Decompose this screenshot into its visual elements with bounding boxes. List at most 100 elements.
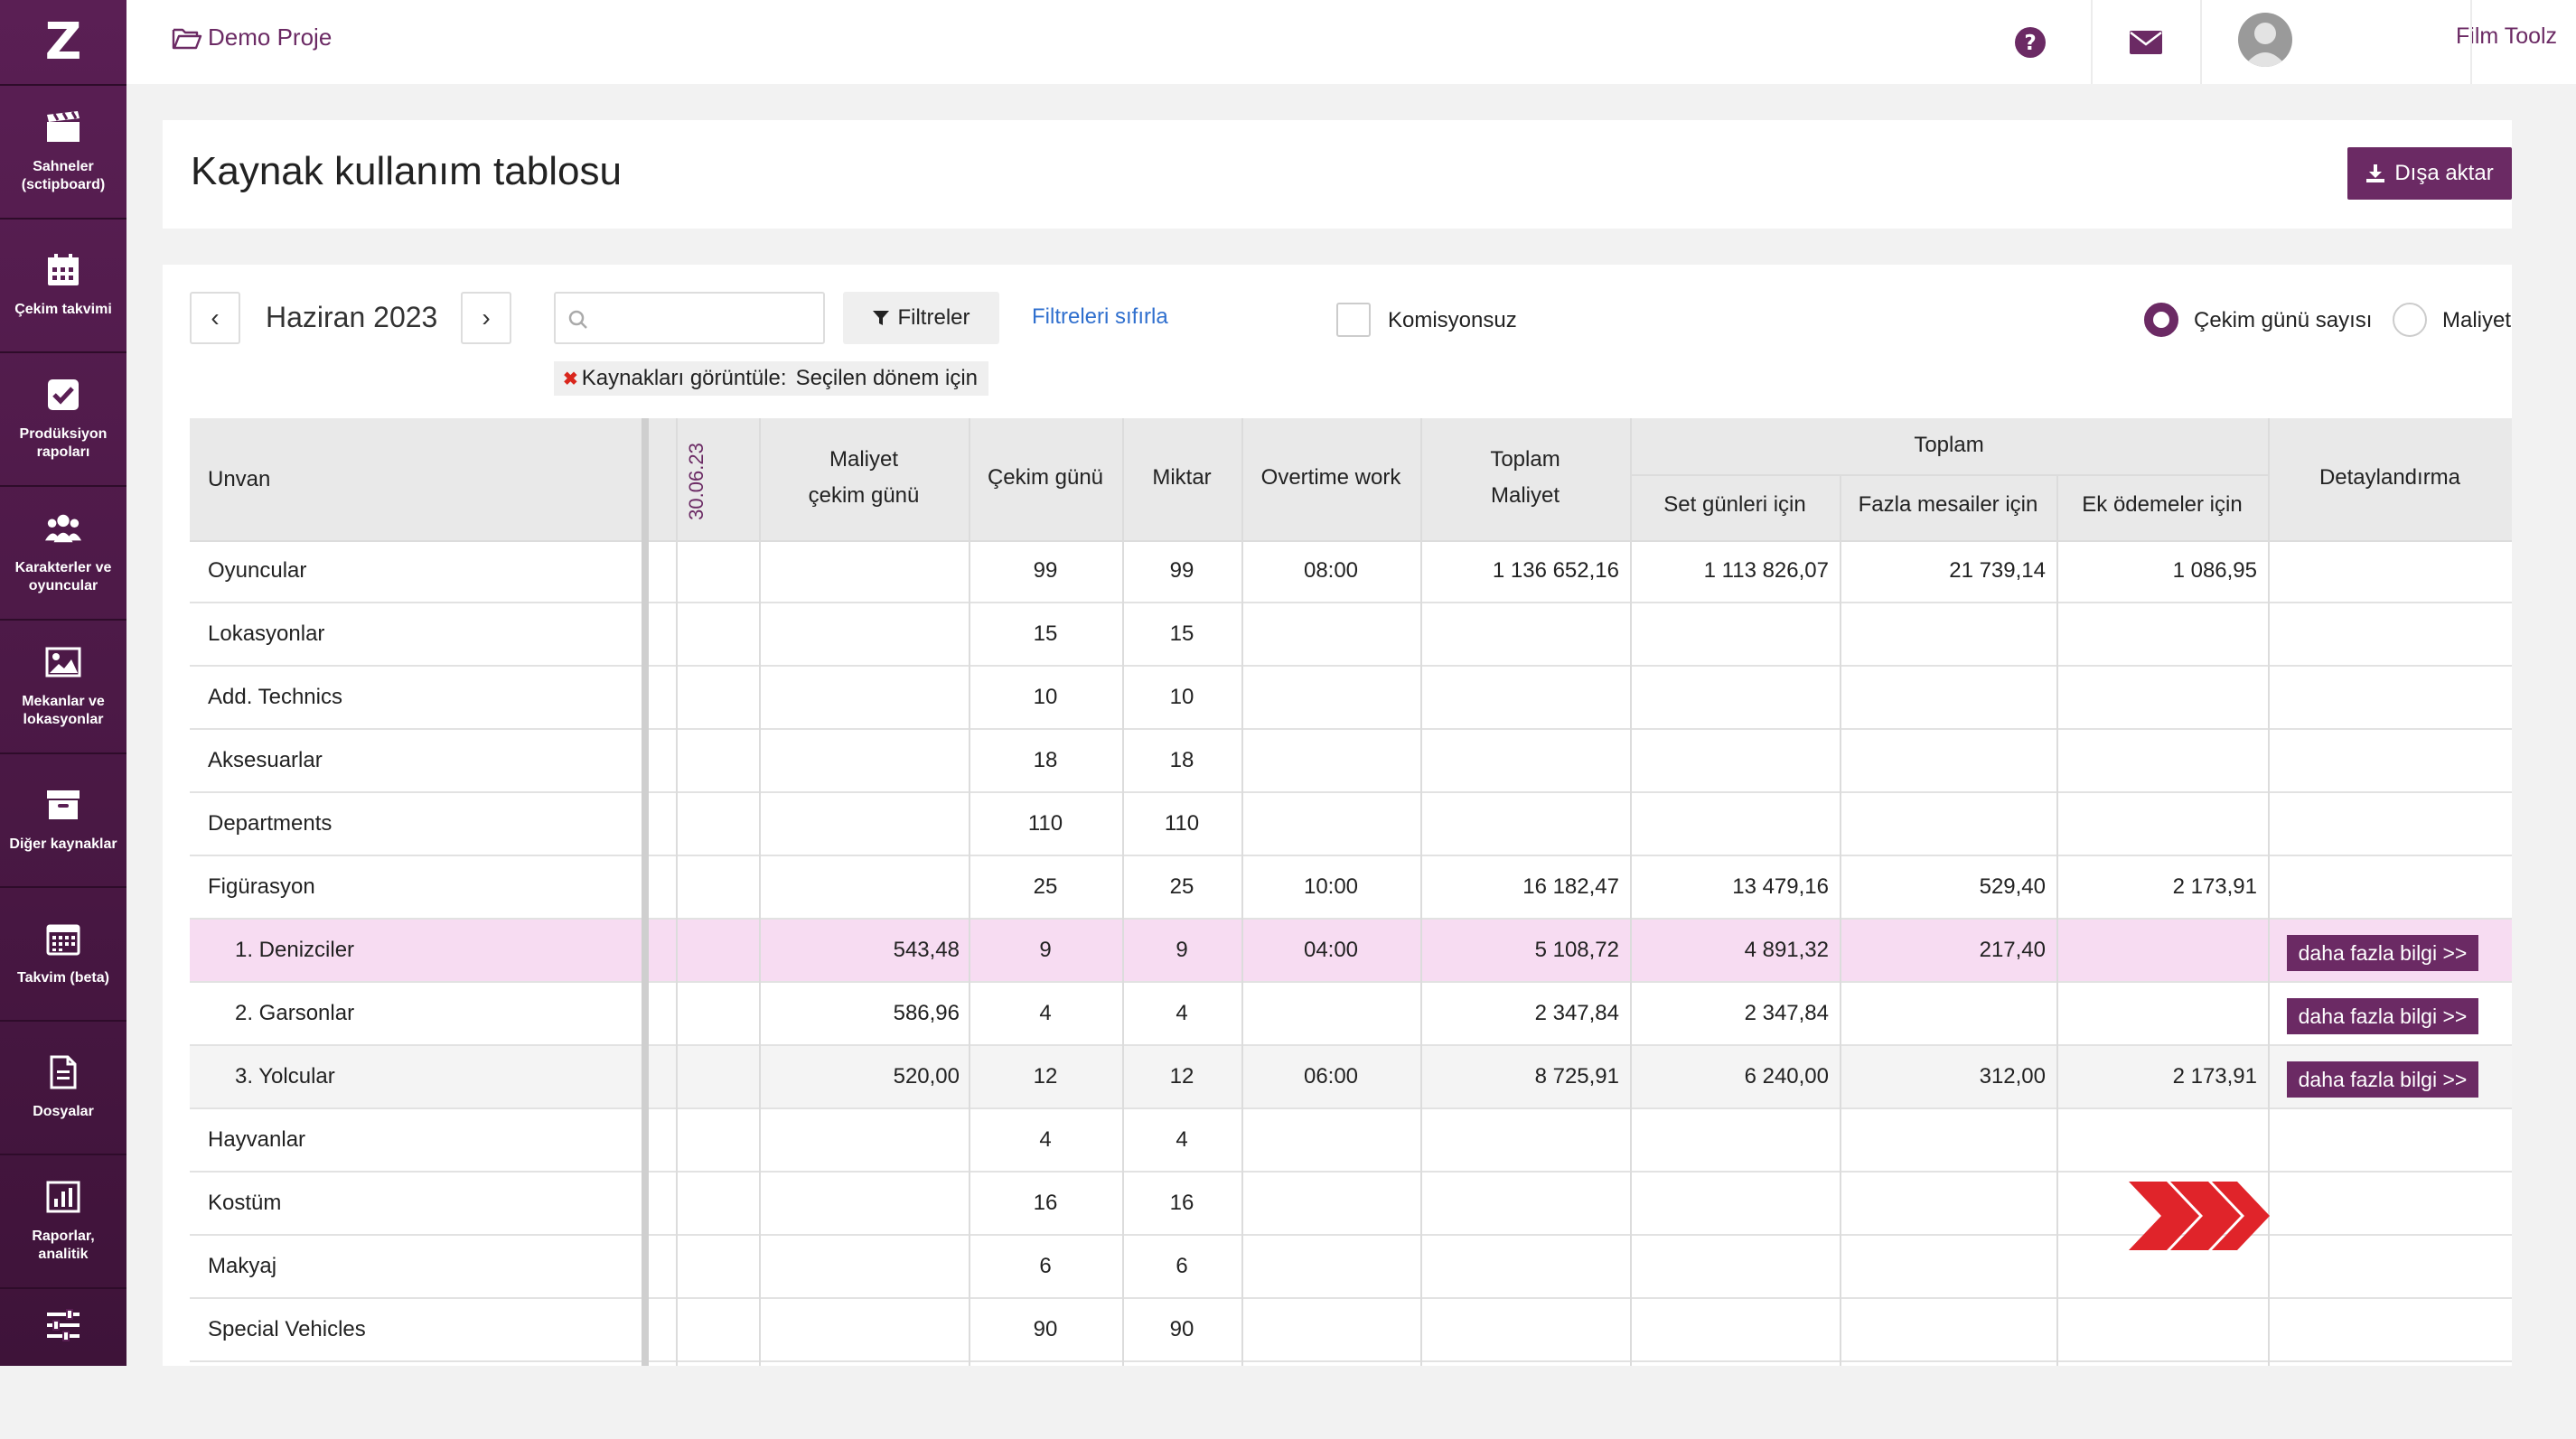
- page-title: Kaynak kullanım tablosu: [191, 149, 622, 193]
- help-icon[interactable]: ?: [2003, 0, 2057, 84]
- radio-shooting-days[interactable]: [2144, 303, 2178, 337]
- cell-miktar: 16: [1169, 1191, 1194, 1215]
- next-month-button[interactable]: ›: [461, 292, 511, 344]
- cell-miktar: 90: [1169, 1317, 1194, 1341]
- cell-unvan: Add. Technics: [208, 685, 342, 709]
- sidebar-item-label: Diğer kaynaklar: [9, 836, 117, 852]
- header-detay: Detaylandırma: [2318, 465, 2461, 490]
- cell-set-gunleri: [1630, 1109, 1829, 1171]
- sidebar-item-production-reports[interactable]: Prodüksiyon rapoları: [0, 353, 126, 487]
- more-info-button[interactable]: daha fazla bilgi >>: [2287, 998, 2478, 1034]
- sidebar-item-calendar-beta[interactable]: Takvim (beta): [0, 888, 126, 1022]
- column-divider: [759, 418, 761, 1366]
- sidebar-item-other-resources[interactable]: Diğer kaynaklar: [0, 754, 126, 888]
- cell-unvan: Kostüm: [208, 1191, 282, 1215]
- avatar[interactable]: [2238, 13, 2292, 67]
- cell-cekim-gunu: 15: [1033, 621, 1058, 646]
- topbar-divider: [2091, 0, 2093, 84]
- radio-cost-label: Maliyet: [2442, 308, 2512, 332]
- cell-overtime: 06:00: [1303, 1064, 1359, 1089]
- active-filter-chip: ✖ Kaynakları görüntüle: Seçilen dönem iç…: [554, 361, 989, 396]
- sidebar-item-characters[interactable]: Karakterler ve oyuncular: [0, 487, 126, 621]
- cell-fazla-mesailer: [1840, 1109, 2046, 1171]
- reset-filters-link[interactable]: Filtreleri sıfırla: [1032, 304, 1168, 330]
- cell-set-gunleri: 4 891,32: [1744, 938, 1829, 962]
- topbar: Demo Proje ? Film Toolz TR: [126, 0, 2576, 84]
- cell-overtime: 08:00: [1303, 558, 1359, 583]
- project-breadcrumb[interactable]: Demo Proje: [172, 23, 332, 51]
- cell-fazla-mesailer: [1840, 730, 2046, 791]
- sidebar-item-settings[interactable]: [0, 1289, 126, 1439]
- cell-cekim-gunu: 25: [1033, 874, 1058, 899]
- cell-set-gunleri: [1630, 603, 1829, 665]
- cell-unvan: Aksesuarlar: [208, 748, 323, 772]
- cell-toplam-maliyet: [1420, 1109, 1619, 1171]
- cell-set-gunleri: [1630, 730, 1829, 791]
- cell-cekim-gunu: 10: [1033, 685, 1058, 709]
- sidebar-item-files[interactable]: Dosyalar: [0, 1022, 126, 1155]
- cell-fazla-mesailer: 21 739,14: [1949, 558, 2046, 583]
- file-icon: [45, 1054, 81, 1090]
- clapperboard-icon: [45, 109, 81, 145]
- cell-maliyet-cekim-gunu: [759, 667, 960, 728]
- header-overtime: Overtime work: [1260, 465, 1401, 490]
- cell-unvan: Figürasyon: [208, 874, 315, 899]
- app-logo[interactable]: Z: [0, 0, 126, 86]
- cell-fazla-mesailer: [1840, 1299, 2046, 1360]
- main-panel: ‹ Haziran 2023 › Filtreler Filtreleri sı…: [163, 265, 2512, 1366]
- cell-fazla-mesailer: [1840, 1173, 2046, 1234]
- more-info-button[interactable]: daha fazla bilgi >>: [2287, 935, 2478, 971]
- cell-ek-odemeler: [2056, 667, 2257, 728]
- cell-overtime: [1241, 1173, 1420, 1234]
- cell-fazla-mesailer: [1840, 667, 2046, 728]
- title-panel: Kaynak kullanım tablosu Dışa aktar: [163, 120, 2512, 229]
- column-splitter[interactable]: [642, 418, 649, 1366]
- header-unvan: Unvan: [208, 467, 271, 491]
- cell-maliyet-cekim-gunu: [759, 1109, 960, 1171]
- prev-month-button[interactable]: ‹: [190, 292, 240, 344]
- sidebar-item-reports[interactable]: Raporlar, analitik: [0, 1155, 126, 1289]
- mail-icon[interactable]: [2110, 0, 2182, 84]
- sidebar-item-label: Dosyalar: [33, 1104, 94, 1119]
- header-cekim-gunu: Çekim günü: [987, 465, 1104, 490]
- filters-button[interactable]: Filtreler: [843, 292, 999, 344]
- sidebar-item-schedule[interactable]: Çekim takvimi: [0, 220, 126, 353]
- calendar-grid-icon: [45, 920, 81, 957]
- cell-toplam-maliyet: [1420, 793, 1619, 855]
- cell-overtime: [1241, 667, 1420, 728]
- cell-toplam-maliyet: 8 725,91: [1534, 1064, 1619, 1089]
- remove-filter-icon[interactable]: ✖: [563, 368, 578, 390]
- cell-overtime: [1241, 603, 1420, 665]
- table-row: Aksesuarlar 18 18: [190, 730, 2512, 793]
- cell-overtime: [1241, 793, 1420, 855]
- cell-overtime: [1241, 1299, 1420, 1360]
- sidebar-item-scenes[interactable]: Sahneler (sctipboard): [0, 86, 126, 220]
- search-input[interactable]: [554, 292, 825, 344]
- cell-ek-odemeler: [2056, 603, 2257, 665]
- export-button[interactable]: Dışa aktar: [2347, 147, 2512, 200]
- no-commission-checkbox[interactable]: [1336, 303, 1371, 337]
- cell-cekim-gunu: 90: [1033, 1317, 1058, 1341]
- cell-ek-odemeler: 2 173,91: [2172, 1064, 2257, 1089]
- header-miktar: Miktar: [1152, 465, 1212, 490]
- sidebar-item-label: Karakterler ve oyuncular: [14, 560, 112, 593]
- cell-maliyet-cekim-gunu: [759, 856, 960, 918]
- filters-label: Filtreler: [897, 305, 970, 330]
- cell-miktar: 15: [1169, 621, 1194, 646]
- cell-unvan: Hayvanlar: [208, 1127, 306, 1152]
- download-icon: [2366, 164, 2385, 182]
- header-toplam-maliyet: Toplam Maliyet: [1490, 447, 1560, 508]
- cell-maliyet-cekim-gunu: 586,96: [893, 1001, 960, 1025]
- filter-icon: [873, 311, 890, 325]
- radio-cost[interactable]: [2393, 303, 2427, 337]
- cell-miktar: 12: [1169, 1064, 1194, 1089]
- table-row: Oyuncular 99 99 08:00 1 136 652,16 1 113 826,…: [190, 540, 2512, 603]
- sidebar-item-locations[interactable]: Mekanlar ve lokasyonlar: [0, 621, 126, 754]
- chip-key: Kaynakları görüntüle:: [581, 366, 787, 390]
- cell-maliyet-cekim-gunu: [759, 603, 960, 665]
- cell-toplam-maliyet: [1420, 1173, 1619, 1234]
- header-divider: [1630, 474, 2268, 476]
- sidebar-item-label: Raporlar, analitik: [32, 1229, 95, 1262]
- cell-fazla-mesailer: 529,40: [1979, 874, 2046, 899]
- more-info-button[interactable]: daha fazla bilgi >>: [2287, 1061, 2478, 1098]
